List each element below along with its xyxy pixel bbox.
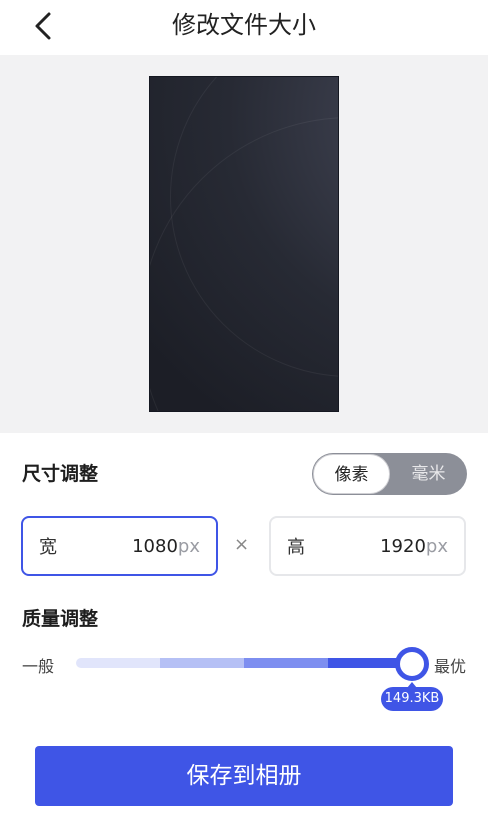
quality-min-label: 一般 <box>22 657 55 676</box>
quality-max-label: 最优 <box>434 657 467 676</box>
width-input[interactable]: 宽 1080 px <box>21 516 218 576</box>
width-unit: px <box>177 535 200 557</box>
height-unit: px <box>425 535 448 557</box>
image-preview <box>149 76 339 412</box>
size-section-title: 尺寸调整 <box>22 463 99 485</box>
quality-slider-track[interactable] <box>76 658 412 668</box>
save-to-album-button[interactable]: 保存到相册 <box>35 746 453 806</box>
quality-section-title: 质量调整 <box>22 608 99 630</box>
unit-option-px[interactable]: 像素 <box>313 454 390 494</box>
height-label: 高 <box>287 537 305 558</box>
height-input[interactable]: 高 1920 px <box>269 516 466 576</box>
quality-track-segment <box>76 658 160 668</box>
page-title: 修改文件大小 <box>172 11 316 39</box>
header-bar: 修改文件大小 <box>0 0 488 54</box>
unit-option-mm[interactable]: 毫米 <box>390 453 467 495</box>
quality-slider-thumb[interactable] <box>395 647 429 681</box>
width-value: 1080 <box>132 535 178 557</box>
times-separator: × <box>234 534 250 555</box>
file-size-badge: 149.3KB <box>381 687 443 711</box>
quality-track-segment <box>244 658 328 668</box>
quality-track-segment <box>160 658 244 668</box>
height-value: 1920 <box>380 535 426 557</box>
image-preview-area <box>0 55 488 433</box>
width-label: 宽 <box>39 537 57 558</box>
unit-toggle[interactable]: 毫米 像素 <box>312 453 467 495</box>
